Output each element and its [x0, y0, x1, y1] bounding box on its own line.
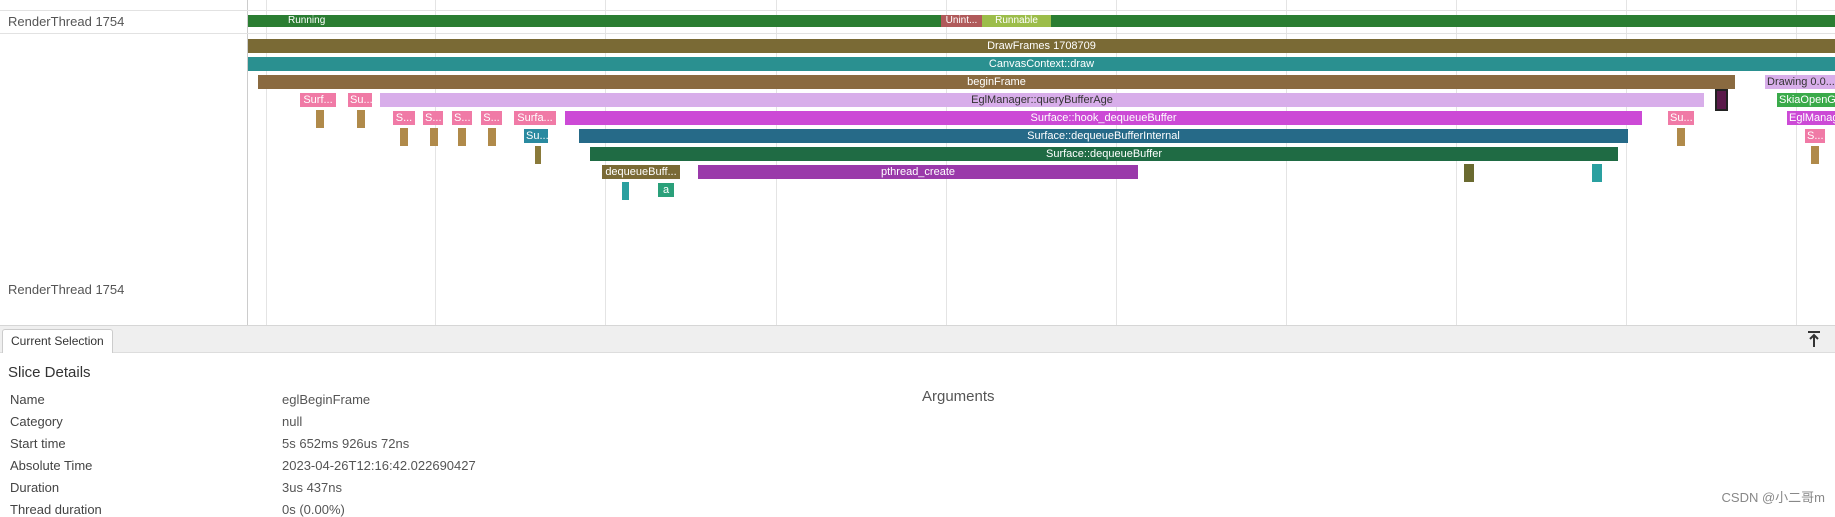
row-separator	[0, 10, 1835, 11]
slice-surface-dequeue-buffer-internal[interactable]: Surface::dequeueBufferInternal	[579, 129, 1628, 143]
slice-stub[interactable]	[1464, 164, 1474, 182]
state-uninterruptible[interactable]: Unint...	[941, 15, 982, 27]
arguments-title: Arguments	[922, 388, 995, 405]
slice-su[interactable]: Su...	[348, 93, 372, 107]
detail-value: 2023-04-26T12:16:42.022690427	[282, 458, 476, 473]
slice-su[interactable]: Su...	[1668, 111, 1694, 125]
selected-slice-marker[interactable]	[1715, 89, 1728, 111]
state-running[interactable]: Running	[248, 15, 941, 27]
slice-stub[interactable]	[400, 128, 408, 146]
slice-stub[interactable]	[1677, 128, 1685, 146]
slice-stub[interactable]	[488, 128, 496, 146]
slice-skia-opengl[interactable]: SkiaOpenGL...	[1777, 93, 1835, 107]
slice-stub[interactable]	[622, 182, 629, 200]
slice-stub[interactable]	[430, 128, 438, 146]
slice-canvas-context-draw[interactable]: CanvasContext::draw	[248, 57, 1835, 71]
slice-surface-hook-dequeue-buffer[interactable]: Surface::hook_dequeueBuffer	[565, 111, 1642, 125]
slice-s[interactable]: S...	[452, 111, 472, 125]
slice-surface-dequeue-buffer[interactable]: Surface::dequeueBuffer	[590, 147, 1618, 161]
slice-a[interactable]: a	[658, 183, 674, 197]
row-separator	[0, 33, 1835, 34]
slice-pthread-create[interactable]: pthread_create	[698, 165, 1138, 179]
slice-stub[interactable]	[1811, 146, 1819, 164]
slice-stub[interactable]	[458, 128, 466, 146]
slice-drawing[interactable]: Drawing 0.0...	[1765, 75, 1835, 89]
slice-egl-manager[interactable]: EglManag...	[1787, 111, 1835, 125]
pin-to-top-icon[interactable]	[1805, 330, 1823, 348]
detail-value: null	[282, 414, 303, 429]
detail-key: Duration	[10, 480, 60, 495]
slice-begin-frame[interactable]: beginFrame	[258, 75, 1735, 89]
detail-key: Start time	[10, 436, 66, 451]
slice-dequeue-buff[interactable]: dequeueBuff...	[602, 165, 680, 179]
slice-stub[interactable]	[357, 110, 365, 128]
slice-stub[interactable]	[316, 110, 324, 128]
slice-surf[interactable]: Surf...	[300, 93, 336, 107]
slice-stub[interactable]	[535, 146, 541, 164]
details-panel: Current Selection Slice Details Name egl…	[0, 325, 1835, 517]
slice-surfa[interactable]: Surfa...	[514, 111, 556, 125]
state-runnable[interactable]: Runnable	[982, 15, 1051, 27]
slice-su[interactable]: Su...	[524, 129, 548, 143]
slice-s[interactable]: S...	[481, 111, 502, 125]
slice-s[interactable]: S...	[393, 111, 415, 125]
slice-s[interactable]: S...	[423, 111, 443, 125]
detail-key: Category	[10, 414, 63, 429]
detail-value: 5s 652ms 926us 72ns	[282, 436, 410, 451]
detail-value: 3us 437ns	[282, 480, 342, 495]
detail-key: Absolute Time	[10, 458, 93, 473]
slice-draw-frames[interactable]: DrawFrames 1708709	[248, 39, 1835, 53]
thread-label[interactable]: RenderThread 1754	[8, 282, 124, 297]
detail-key: Name	[10, 392, 45, 407]
slice-egl-query-buffer-age[interactable]: EglManager::queryBufferAge	[380, 93, 1704, 107]
tab-current-selection[interactable]: Current Selection	[2, 329, 113, 353]
track-area[interactable]: RenderThread 1754 RenderThread 1754 Runn…	[0, 0, 1835, 325]
slice-details-title: Slice Details	[8, 364, 91, 381]
state-running-2[interactable]	[1051, 15, 1835, 27]
thread-label[interactable]: RenderThread 1754	[8, 14, 124, 29]
panel-tab-bar: Current Selection	[0, 326, 1835, 353]
track-label-column: RenderThread 1754 RenderThread 1754	[0, 0, 248, 325]
detail-value: eglBeginFrame	[282, 392, 371, 407]
slice-stub[interactable]	[1592, 164, 1602, 182]
watermark: CSDN @小二哥m	[1721, 490, 1825, 505]
slice-s[interactable]: S...	[1805, 129, 1825, 143]
